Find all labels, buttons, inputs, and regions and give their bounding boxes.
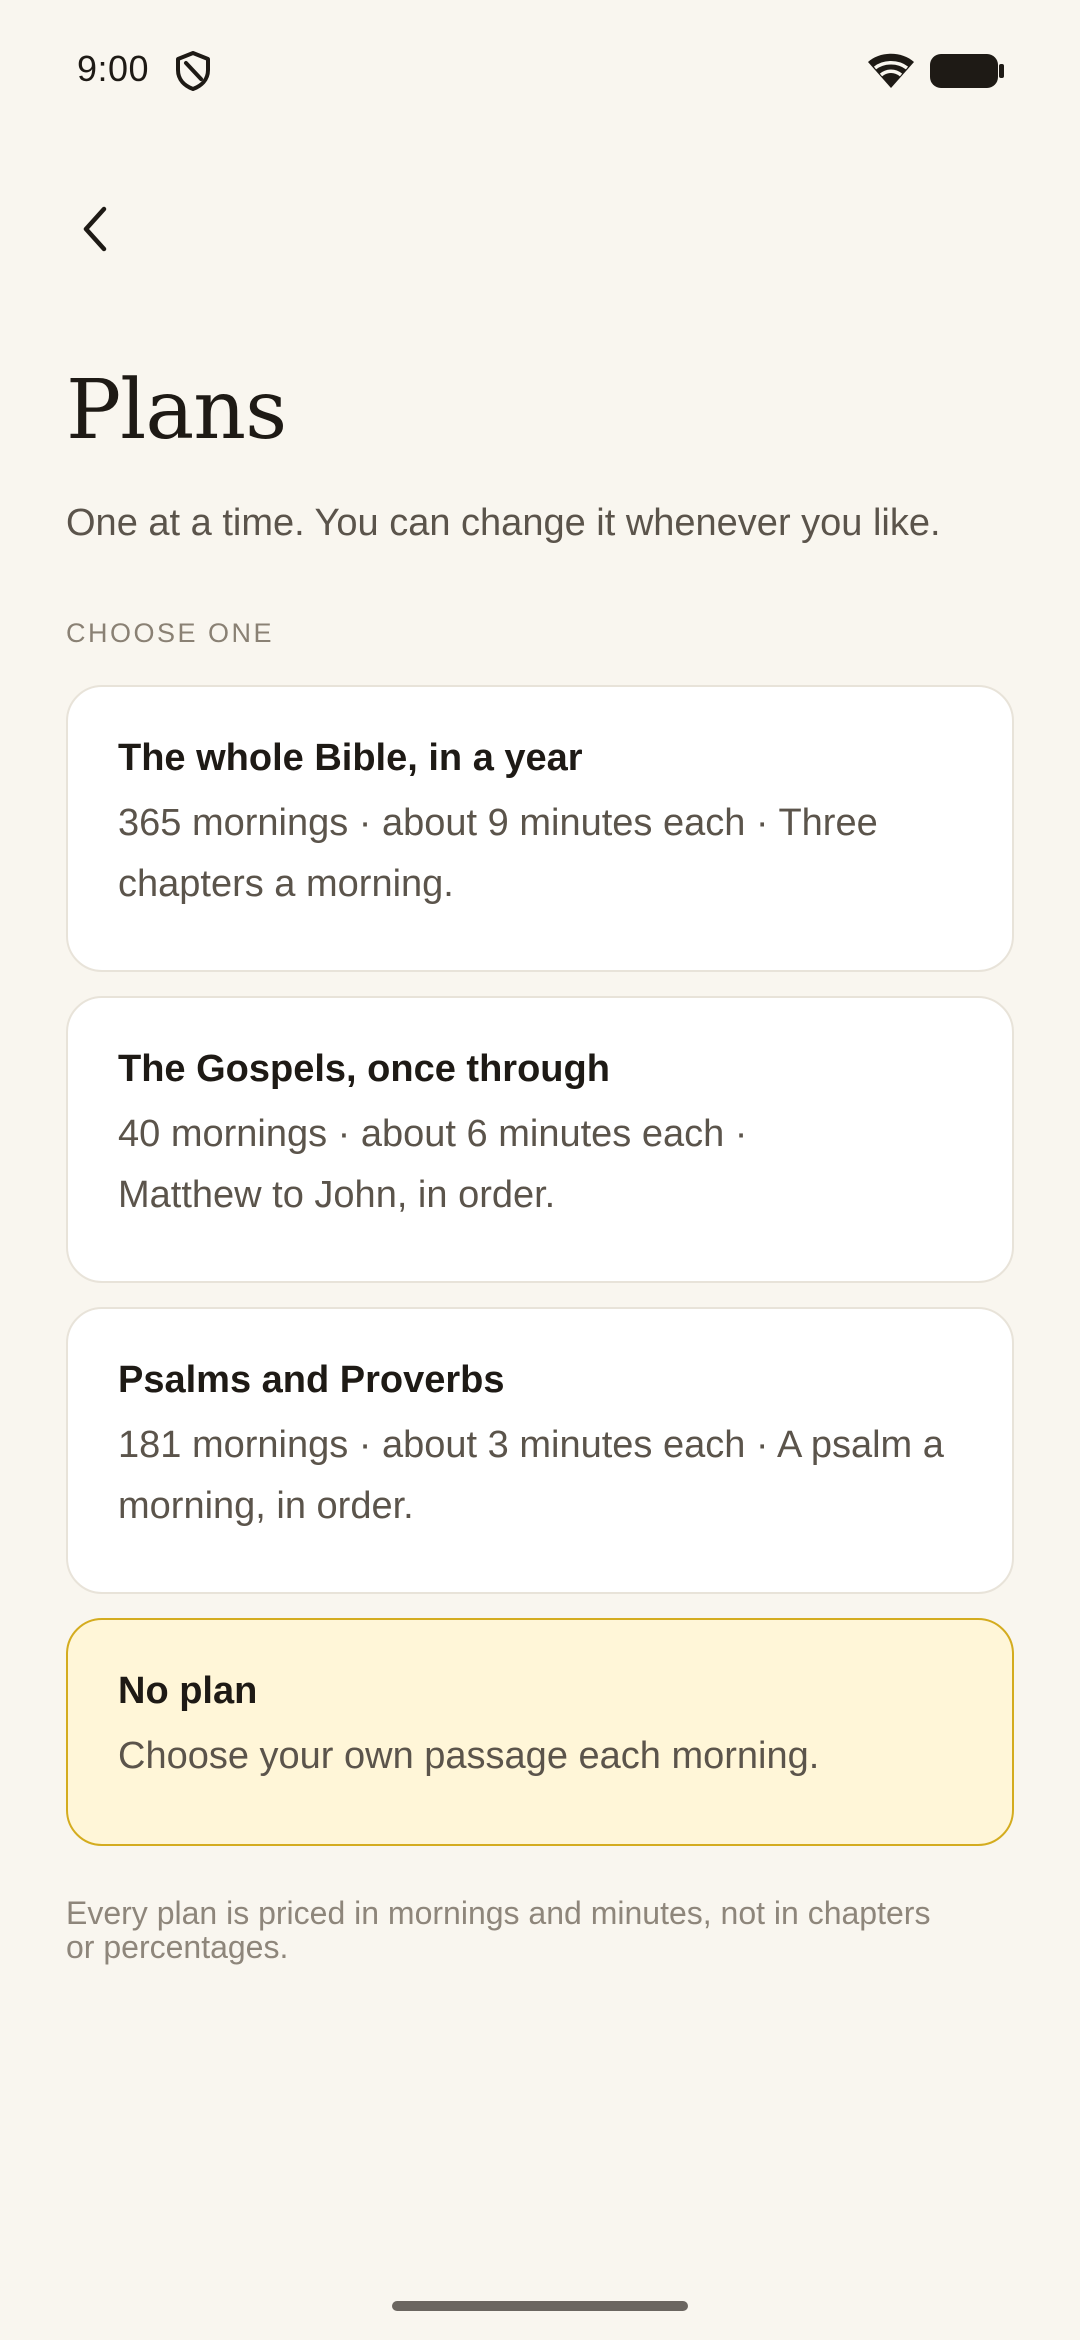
plan-title: No plan [118, 1670, 258, 1712]
plan-list: The whole Bible, in a year 365 mornings … [66, 685, 1014, 1870]
section-label: CHOOSE ONE [66, 618, 275, 648]
battery-icon [928, 52, 1006, 90]
plan-card-whole-bible[interactable]: The whole Bible, in a year 365 mornings … [66, 685, 1014, 972]
plan-card-gospels[interactable]: The Gospels, once through 40 mornings · … [66, 996, 1014, 1283]
status-bar: 9:00 [0, 0, 1080, 140]
page-title: Plans [66, 363, 287, 458]
wifi-icon [866, 50, 916, 90]
plan-description: 365 mornings · about 9 minutes each · Th… [118, 802, 878, 905]
back-button[interactable] [60, 196, 130, 266]
footnote: Every plan is priced in mornings and min… [66, 1895, 931, 1965]
plan-title: The Gospels, once through [118, 1048, 610, 1090]
plan-description: Choose your own passage each morning. [118, 1735, 820, 1777]
plan-description: 181 mornings · about 3 minutes each · A … [118, 1424, 944, 1527]
plan-card-psalms-proverbs[interactable]: Psalms and Proverbs 181 mornings · about… [66, 1307, 1014, 1594]
shield-icon [174, 50, 212, 92]
home-indicator[interactable] [392, 2301, 688, 2311]
status-time: 9:00 [77, 48, 150, 89]
chevron-left-icon [78, 205, 112, 258]
plan-title: Psalms and Proverbs [118, 1359, 505, 1401]
plan-card-no-plan[interactable]: No plan Choose your own passage each mor… [66, 1618, 1014, 1846]
page-subtitle: One at a time. You can change it wheneve… [66, 502, 941, 544]
plan-description: 40 mornings · about 6 minutes each · Mat… [118, 1113, 748, 1216]
plan-title: The whole Bible, in a year [118, 737, 583, 779]
